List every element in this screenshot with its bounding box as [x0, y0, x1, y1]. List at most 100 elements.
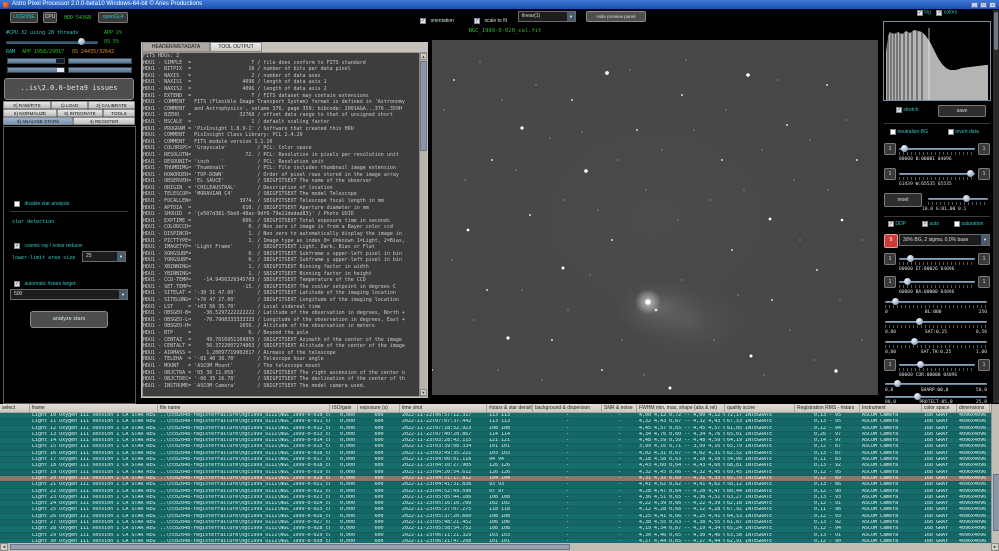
preview-image[interactable] [432, 40, 878, 395]
invert-data-checkbox[interactable]: invert data [948, 129, 979, 135]
tab-tools[interactable]: TOOLS [103, 109, 135, 117]
tab-register[interactable]: 4) REGISTER [73, 117, 135, 125]
tab-integrate[interactable]: 6) INTEGRATE [57, 109, 103, 117]
beta-issues-button[interactable]: ..is\2.0.0-beta9 issues [4, 78, 134, 100]
chevron-down-icon[interactable]: ▼ [119, 290, 127, 299]
slider-knob[interactable] [907, 255, 914, 262]
right-panel-scrollbar[interactable] [993, 10, 999, 403]
reset-button[interactable]: reset [884, 193, 922, 207]
column-header[interactable]: quality score [725, 404, 795, 413]
slider-knob[interactable] [916, 318, 923, 325]
column-header[interactable]: Instrument [860, 404, 922, 413]
slider-knob[interactable] [911, 338, 918, 345]
stretch-checkbox[interactable]: ✓ stretch [896, 107, 918, 113]
hide-preview-panel-button[interactable]: Hide preview panel [586, 11, 646, 22]
step-button[interactable]: 1 [978, 253, 990, 265]
step-button[interactable]: 1 [978, 359, 990, 371]
auto-stars-select[interactable]: 500▼ [10, 289, 128, 300]
step-button[interactable]: 1 [884, 168, 896, 180]
cpu-button[interactable]: CPU [43, 12, 57, 23]
table-cell: 61,05 INTEGRATE [725, 426, 795, 431]
slider-knob[interactable] [901, 145, 908, 152]
tab-tool-output[interactable]: TOOL OUTPUT [210, 42, 262, 52]
column-header[interactable]: dimensions [957, 404, 990, 413]
chevron-down-icon[interactable]: ▼ [117, 252, 125, 261]
table-header[interactable]: selectframefile nameISO/gainexposure (s)… [0, 404, 991, 413]
analyze-stars-button[interactable]: analyze stars [30, 311, 108, 328]
threads-slider[interactable] [6, 41, 98, 44]
histogram[interactable] [883, 21, 991, 101]
close-button[interactable]: × [989, 2, 996, 8]
fits-scroll-thumb[interactable] [420, 61, 427, 151]
log-checkbox[interactable]: ✓ log [917, 10, 931, 16]
ddp-checkbox[interactable]: ✓ DDP [888, 221, 906, 227]
save-button[interactable]: save [938, 105, 986, 117]
column-header[interactable]: frame [30, 404, 158, 413]
lower-limit-select[interactable]: 25▼ [82, 251, 126, 262]
maximize-button[interactable]: □ [980, 2, 987, 8]
tab-normalize[interactable]: 5) NORMALIZE [3, 109, 57, 117]
column-header[interactable]: Registration RMS - #stars [795, 404, 860, 413]
step-button[interactable]: 1 [978, 168, 990, 180]
table-cell: 4,32 4,45 0,66 -- 4,32 4,45 0,66 [637, 470, 725, 475]
slider-knob[interactable] [917, 361, 924, 368]
tab-analyse-stars[interactable]: 3) ANALYSE STARS [3, 117, 73, 125]
threads-slider-knob[interactable] [78, 38, 85, 45]
chevron-down-icon[interactable]: ▼ [567, 12, 575, 21]
column-header[interactable]: #stars & star density [487, 404, 533, 413]
table-cell: Light 14 Oxygen III session 1 CA STAR RE… [30, 438, 158, 443]
step-button[interactable]: 1 [978, 143, 990, 155]
column-header[interactable]: color space [922, 404, 957, 413]
scroll-down-icon[interactable]: ▼ [420, 389, 427, 396]
slider-knob[interactable] [967, 170, 974, 177]
slider-knob[interactable] [914, 393, 921, 400]
column-header[interactable]: FWHM min, max, shape (abs & rel) [637, 404, 725, 413]
tab-load[interactable]: 1) LOAD [51, 101, 88, 109]
column-header[interactable]: select [0, 404, 30, 413]
table-horizontal-scrollbar[interactable]: ◄ ► [0, 543, 999, 551]
ram-label: RAM [6, 49, 15, 55]
table-cell: 0,000 [330, 533, 358, 538]
table-vertical-scrollbar[interactable] [991, 404, 999, 543]
scroll-right-icon[interactable]: ► [991, 543, 999, 551]
fits-scrollbar[interactable]: ▲ ▼ [419, 53, 427, 396]
step-button[interactable]: 1 [884, 253, 896, 265]
step-button[interactable]: 1 [884, 359, 896, 371]
step-button[interactable]: 1 [978, 276, 990, 288]
auto-checkbox[interactable]: ✓ auto [922, 221, 939, 227]
table-cell: - [602, 463, 637, 468]
column-header[interactable]: exposure (s) [358, 404, 400, 413]
saturation-checkbox[interactable]: saturation [954, 221, 983, 227]
scroll-thumb[interactable] [993, 474, 999, 531]
license-button[interactable]: LICENSE [10, 12, 38, 23]
slider-knob[interactable] [894, 380, 901, 387]
scroll-thumb[interactable] [994, 12, 998, 50]
tab-calibrate[interactable]: 2) CALIBRATE [88, 101, 135, 109]
slider-knob[interactable] [892, 298, 899, 305]
zoom-mode-select[interactable]: linear(1)▼ [518, 11, 576, 22]
slider-knob[interactable] [963, 195, 970, 202]
step-button[interactable]: 1 [884, 143, 896, 155]
column-header[interactable]: ISO/gain [330, 404, 358, 413]
minimize-button[interactable]: _ [971, 2, 978, 8]
tab-rawfits[interactable]: 0) RAW/FITS [3, 101, 51, 109]
scroll-up-icon[interactable]: ▲ [420, 53, 427, 60]
colors-checkbox[interactable]: ✓ colors [936, 10, 957, 16]
step-button[interactable]: 1 [884, 276, 896, 288]
chevron-down-icon[interactable]: ▼ [981, 235, 989, 245]
column-header[interactable]: background & dispersion [533, 404, 602, 413]
column-header[interactable]: file name [158, 404, 330, 413]
table-cell: 4096x4096 [957, 438, 990, 443]
scroll-left-icon[interactable]: ◄ [0, 543, 8, 551]
opengl-button[interactable]: openGL4 [98, 12, 128, 23]
scroll-thumb[interactable] [10, 544, 570, 550]
column-header[interactable]: SNR & noise [602, 404, 637, 413]
ddp-preset-select[interactable]: 30% BG, 2 sigma, 0,0% base▼ [899, 234, 990, 246]
neutralize-bg-checkbox[interactable]: neutralize-BG [890, 129, 928, 135]
slider-knob[interactable] [904, 278, 911, 285]
column-header[interactable]: time shot [400, 404, 487, 413]
ddp-color-button[interactable]: 9 [884, 234, 898, 248]
cosmic-ray-checkbox[interactable]: ✓ cosmic ray / noise reducer [14, 237, 83, 255]
table-cell: - [533, 457, 602, 462]
tab-header-metadata[interactable]: HEADER/METADATA [142, 42, 210, 52]
